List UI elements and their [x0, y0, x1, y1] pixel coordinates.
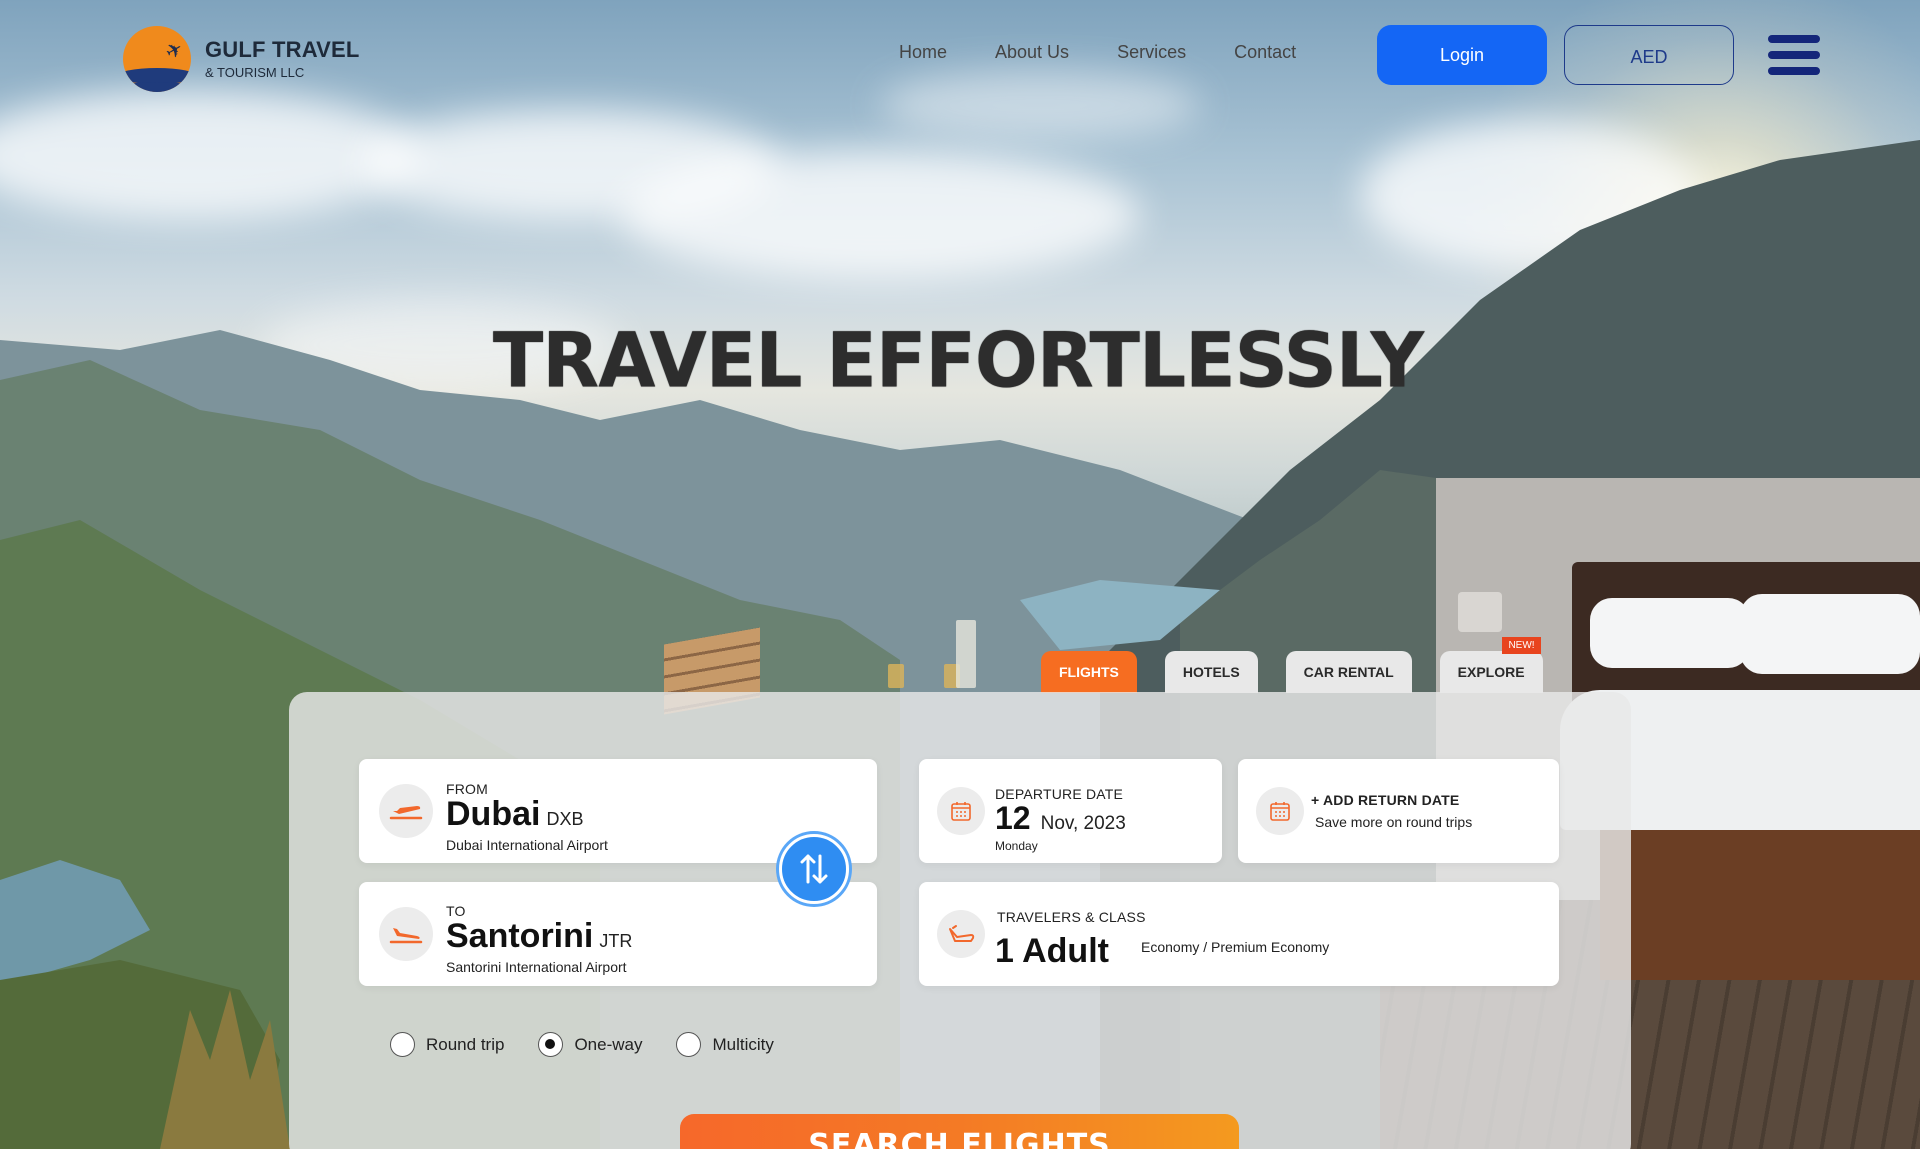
departure-month-year: Nov, 2023	[1040, 813, 1126, 834]
tab-label: CAR RENTAL	[1303, 664, 1394, 680]
brand-subtitle: & TOURISM LLC	[205, 65, 305, 81]
to-city: Santorini JTR	[446, 917, 632, 956]
radio-indicator	[390, 1032, 415, 1057]
departure-day: 12	[995, 800, 1031, 836]
nav-about-us[interactable]: About Us	[995, 42, 1069, 63]
takeoff-icon	[379, 784, 433, 838]
swap-icon[interactable]	[779, 834, 849, 904]
new-badge: NEW!	[1502, 637, 1541, 654]
pillow	[1590, 598, 1750, 668]
radio-multicity[interactable]: Multicity	[676, 1032, 774, 1057]
tab-label: FLIGHTS	[1059, 664, 1119, 680]
traveler-type: Adult	[1022, 932, 1109, 970]
radio-indicator	[676, 1032, 702, 1057]
main-nav: Home About Us Services Contact	[899, 42, 1296, 63]
landing-icon	[379, 907, 433, 961]
glass	[888, 664, 904, 688]
tab-hotels[interactable]: HOTELS	[1164, 651, 1258, 693]
calendar-icon	[1256, 787, 1304, 835]
to-airport: Santorini International Airport	[446, 959, 627, 975]
tab-flights[interactable]: FLIGHTS	[1041, 651, 1137, 693]
brand-title: GULF TRAVEL	[205, 36, 360, 62]
from-code: DXB	[546, 809, 584, 829]
pillow	[1740, 594, 1920, 674]
from-city: Dubai DXB	[446, 795, 583, 834]
travelers-label: TRAVELERS & CLASS	[997, 909, 1146, 925]
radio-round-trip[interactable]: Round trip	[390, 1032, 504, 1057]
hero-title: TRAVEL EFFORTLESSLY	[492, 317, 1424, 405]
currency-selector[interactable]: AED	[1564, 25, 1734, 85]
return-hint: Save more on round trips	[1315, 814, 1473, 830]
calendar-icon	[937, 787, 985, 835]
radio-label: Round trip	[426, 1034, 505, 1054]
trip-type-group: Round trip One-way Multicity	[390, 1032, 808, 1057]
return-label: + ADD RETURN DATE	[1311, 792, 1460, 808]
traveler-number: 1	[995, 932, 1014, 970]
travelers-class-field[interactable]: TRAVELERS & CLASS 1 Adult Economy / Prem…	[919, 882, 1559, 986]
radio-label: One-way	[574, 1034, 643, 1054]
to-code: JTR	[599, 931, 633, 951]
radio-one-way[interactable]: One-way	[538, 1032, 642, 1057]
menu-icon[interactable]	[1768, 35, 1820, 75]
nav-home[interactable]: Home	[899, 42, 947, 63]
brand-logo[interactable]: ✈ GULF TRAVEL & TOURISM LLC	[123, 26, 360, 92]
travel-class: Economy / Premium Economy	[1141, 939, 1330, 955]
departure-date: 12 Nov, 2023	[995, 800, 1126, 837]
tab-label: HOTELS	[1182, 664, 1240, 680]
departure-date-field[interactable]: DEPARTURE DATE 12 Nov, 2023 Monday	[919, 759, 1222, 863]
search-flights-button[interactable]: SEARCH FLIGHTS	[680, 1114, 1239, 1149]
nav-services[interactable]: Services	[1117, 42, 1186, 63]
booking-tabs: FLIGHTS HOTELS CAR RENTAL EXPLORE NEW!	[1041, 637, 1543, 693]
tab-explore[interactable]: EXPLORE NEW!	[1439, 637, 1543, 693]
from-city-name: Dubai	[446, 795, 541, 833]
lamp	[1458, 592, 1502, 632]
tab-label: EXPLORE	[1457, 664, 1525, 680]
login-button[interactable]: Login	[1377, 25, 1547, 85]
nav-contact[interactable]: Contact	[1234, 42, 1296, 63]
departure-weekday: Monday	[995, 839, 1038, 853]
radio-indicator	[538, 1032, 564, 1057]
tab-car-rental[interactable]: CAR RENTAL	[1285, 651, 1412, 693]
radio-label: Multicity	[712, 1034, 774, 1054]
plane-logo-icon: ✈	[123, 26, 191, 92]
from-airport: Dubai International Airport	[446, 837, 608, 853]
add-return-date-button[interactable]: + ADD RETURN DATE Save more on round tri…	[1238, 759, 1559, 863]
carafe	[956, 620, 976, 688]
seat-icon	[937, 910, 985, 958]
travelers-count: 1 Adult	[995, 932, 1109, 971]
to-city-name: Santorini	[446, 917, 594, 955]
